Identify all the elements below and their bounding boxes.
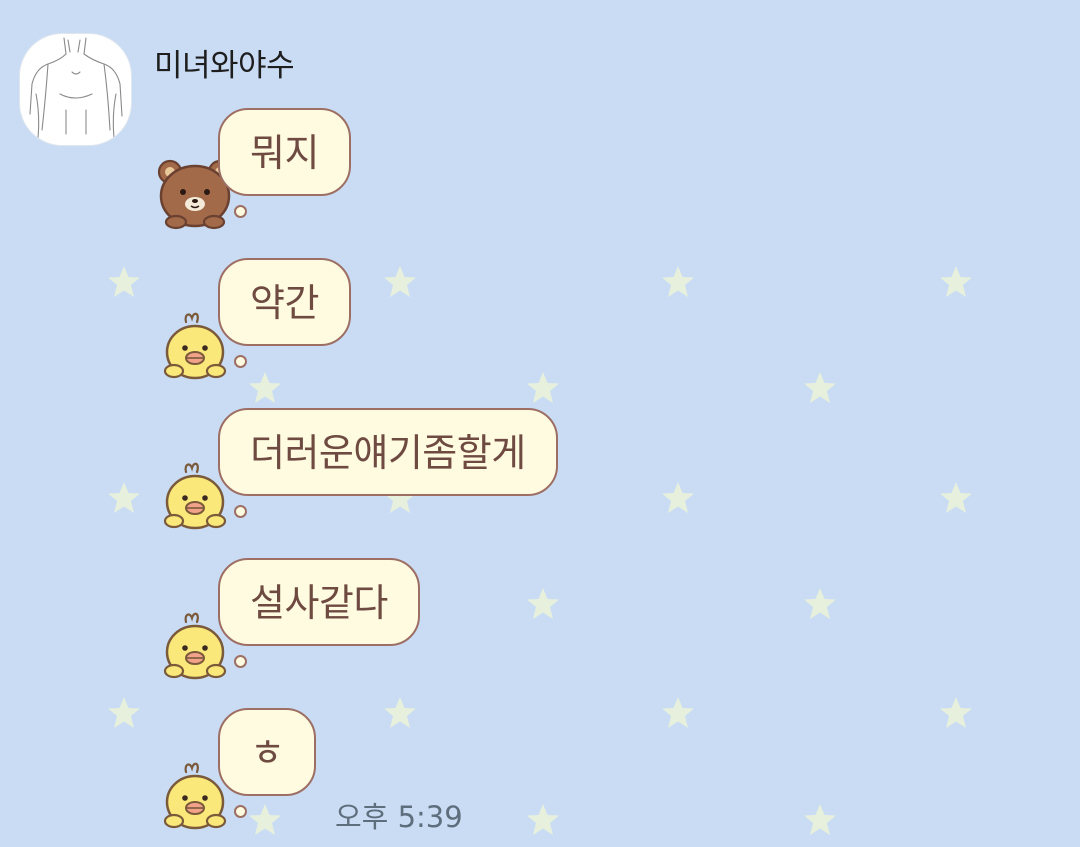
thought-bubble-dot [234, 805, 247, 818]
message-bubble[interactable]: ㅎ [218, 708, 317, 796]
thought-bubble-dot [234, 355, 247, 368]
star-icon [660, 480, 696, 516]
thought-bubble-dot [234, 505, 247, 518]
star-icon [247, 370, 283, 406]
sender-avatar[interactable] [20, 34, 131, 145]
star-icon [802, 370, 838, 406]
star-icon [660, 695, 696, 731]
star-icon [660, 264, 696, 300]
star-icon [525, 586, 561, 622]
message-bubble[interactable]: 약간 [218, 258, 351, 346]
star-icon [382, 264, 418, 300]
message-bubble[interactable]: 뭐지 [218, 108, 351, 196]
sender-name: 미녀와야수 [154, 48, 295, 84]
star-icon [382, 695, 418, 731]
star-icon [938, 264, 974, 300]
star-icon [106, 480, 142, 516]
thought-bubble-dot [234, 205, 247, 218]
star-icon [247, 802, 283, 838]
star-icon [802, 586, 838, 622]
message-bubble[interactable]: 설사같다 [218, 558, 420, 646]
star-icon [525, 370, 561, 406]
star-icon [802, 802, 838, 838]
avatar-sketch-image [29, 37, 123, 139]
star-icon [525, 802, 561, 838]
star-icon [938, 480, 974, 516]
thought-bubble-dot [234, 655, 247, 668]
message-bubble[interactable]: 더러운얘기좀할게 [218, 408, 558, 496]
star-icon [938, 695, 974, 731]
star-icon [106, 695, 142, 731]
message-timestamp: 오후 5:39 [335, 800, 463, 834]
star-icon [106, 264, 142, 300]
